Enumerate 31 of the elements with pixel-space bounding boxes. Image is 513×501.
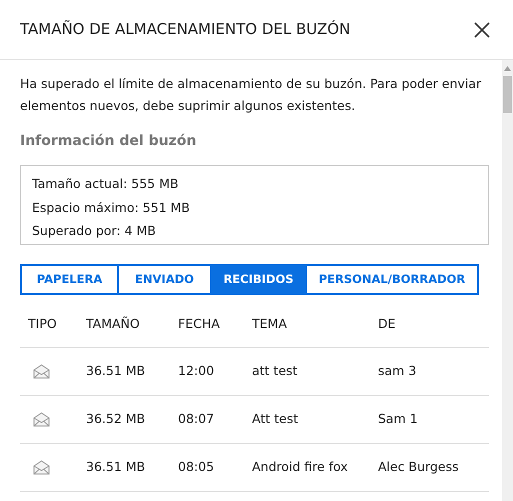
table-cell-text: Sam 1: [378, 410, 418, 428]
column-header: TAMAÑO: [86, 315, 140, 333]
section-heading: Información del buzón: [20, 132, 198, 151]
scrollbar-thumb[interactable]: [503, 76, 512, 113]
table-cell-text: att test: [252, 362, 298, 380]
table-cell-text: 36.51 MB: [86, 362, 146, 380]
scroll-up-icon[interactable]: [504, 66, 511, 71]
dialog-title: TAMAÑO DE ALMACENAMIENTO DEL BUZÓN: [20, 19, 350, 40]
info-line: Tamaño actual: 555 MB: [32, 175, 178, 193]
envelope-icon: [33, 364, 50, 379]
column-header: DE: [378, 315, 396, 333]
info-line: Espacio máximo: 551 MB: [32, 198, 190, 217]
column-header: FECHA: [178, 315, 220, 333]
table-cell-text: Att test: [252, 410, 298, 428]
scrollbar[interactable]: [502, 60, 513, 501]
table-cell-text: 36.52 MB: [86, 410, 146, 428]
table-cell-text: 08:07: [178, 410, 214, 428]
table-cell-text: 08:05: [178, 458, 214, 476]
table-cell-text: 36.51 MB: [86, 458, 146, 476]
table-cell-text: sam 3: [378, 362, 416, 380]
table-cell-text: Alec Burgess: [378, 458, 459, 476]
tab[interactable]: RECIBIDOS: [210, 266, 305, 293]
column-header: TIPO: [28, 315, 57, 333]
info-line: Superado por: 4 MB: [32, 222, 156, 240]
column-header: TEMA: [252, 315, 287, 333]
close-icon[interactable]: [473, 20, 491, 38]
envelope-icon: [33, 460, 50, 475]
table-cell-text: Android fire fox: [252, 458, 348, 476]
envelope-icon: [33, 412, 50, 427]
warning-message: Ha superado el límite de almacenamiento de su buzón. Para poder enviar elementos nuevos, debe suprimir algunos existentes.: [20, 75, 482, 115]
table-cell-text: 12:00: [178, 362, 214, 380]
